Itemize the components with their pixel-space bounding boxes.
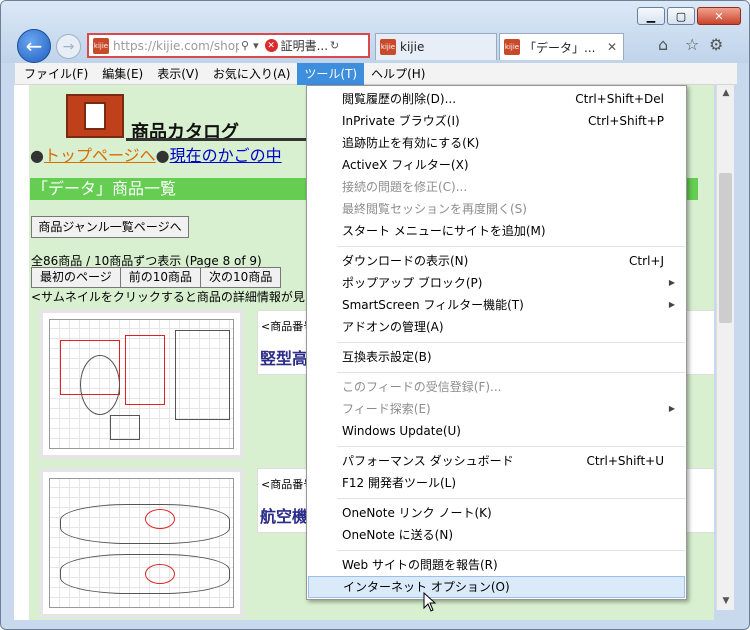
menu-bar: ファイル(F) 編集(E) 表示(V) お気に入り(A) ツール(T) ヘルプ(…: [15, 62, 737, 85]
minimize-button[interactable]: ▁: [637, 7, 665, 25]
tab-label: 「データ」...: [524, 40, 596, 55]
product-thumbnail[interactable]: [39, 468, 244, 618]
catalog-logo-icon: [66, 94, 124, 138]
menu-separator: [337, 246, 685, 247]
scroll-up-icon[interactable]: ▲: [717, 85, 735, 102]
menu-item-send-onenote[interactable]: OneNote に送る(N): [308, 524, 685, 546]
menu-view[interactable]: 表示(V): [150, 63, 206, 85]
menu-item-inprivate[interactable]: InPrivate ブラウズ(I) Ctrl+Shift+P: [308, 110, 685, 132]
scroll-down-icon[interactable]: ▼: [717, 593, 735, 610]
tab-favicon-icon: kijie: [380, 39, 396, 55]
back-arrow-icon: ←: [25, 34, 43, 58]
menu-item-add-to-start[interactable]: スタート メニューにサイトを追加(M): [308, 220, 685, 242]
menu-item-popup-blocker[interactable]: ポップアップ ブロック(P) ▶: [308, 272, 685, 294]
menu-separator: [337, 550, 685, 551]
gear-icon[interactable]: ⚙: [709, 35, 723, 54]
menu-file[interactable]: ファイル(F): [15, 63, 95, 85]
maximize-button[interactable]: ▢: [667, 7, 695, 25]
bullet-icon: ●: [30, 146, 44, 165]
thumbnail-hint: <サムネイルをクリックすると商品の詳細情報が見: [31, 290, 305, 304]
close-window-button[interactable]: ✕: [697, 7, 741, 25]
menu-item-fix-connection: 接続の問題を修正(C)...: [342, 180, 468, 194]
menu-item-onenote-linked[interactable]: OneNote リンク ノート(K): [308, 502, 685, 524]
pagination: 最初のページ 前の10商品 次の10商品: [31, 267, 282, 288]
scroll-thumb[interactable]: [719, 173, 732, 323]
menu-edit[interactable]: 編集(E): [95, 63, 150, 85]
favorites-star-icon[interactable]: ☆: [685, 35, 699, 54]
site-favicon-icon: kijie: [93, 37, 109, 54]
search-icon[interactable]: ⚲: [241, 39, 249, 52]
first-page-button[interactable]: 最初のページ: [31, 267, 121, 288]
product-name[interactable]: 航空機: [260, 503, 308, 527]
menu-separator: [337, 498, 685, 499]
menu-item-view-downloads[interactable]: ダウンロードの表示(N) Ctrl+J: [308, 250, 685, 272]
mouse-cursor-icon: [423, 592, 437, 612]
menu-item-delete-history[interactable]: 閲覧履歴の削除(D)... Ctrl+Shift+Del: [308, 88, 685, 110]
cert-error-icon[interactable]: ✕: [264, 39, 278, 52]
menu-item-internet-options[interactable]: インターネット オプション(O): [308, 576, 685, 598]
tools-menu-dropdown: 閲覧履歴の削除(D)... Ctrl+Shift+Del InPrivate ブラ…: [306, 85, 687, 600]
prev-page-button[interactable]: 前の10商品: [119, 267, 202, 288]
tab-data-catalog[interactable]: kijie 「データ」... ✕: [499, 33, 624, 60]
next-page-button[interactable]: 次の10商品: [200, 267, 282, 288]
menu-item-smartscreen[interactable]: SmartScreen フィルター機能(T) ▶: [308, 294, 685, 316]
menu-separator: [337, 446, 685, 447]
chevron-down-icon[interactable]: ▾: [253, 39, 259, 52]
menu-item-feed-discovery: フィード探索(E) ▶: [308, 398, 685, 420]
home-icon[interactable]: ⌂: [658, 35, 668, 54]
bullet-icon: ●: [155, 146, 170, 165]
forward-arrow-icon: →: [62, 38, 75, 55]
menu-item-activex-filter[interactable]: ActiveX フィルター(X): [308, 154, 685, 176]
menu-item-f12-tools[interactable]: F12 開発者ツール(L): [308, 472, 685, 494]
window-controls: ▁ ▢ ✕: [637, 7, 741, 25]
menu-item-tracking-protection[interactable]: 追跡防止を有効にする(K): [308, 132, 685, 154]
menu-item-manage-addons[interactable]: アドオンの管理(A): [308, 316, 685, 338]
url-text[interactable]: https://kijie.com/shop: [113, 39, 239, 53]
product-name[interactable]: 竪型高: [260, 345, 308, 369]
title-underline: [126, 138, 306, 141]
address-bar[interactable]: kijie https://kijie.com/shop ⚲ ▾ ✕ 証明書..…: [87, 33, 370, 58]
menu-item-subscribe-feed: このフィードの受信登録(F)...: [342, 380, 502, 394]
drawing-image: [49, 319, 234, 449]
cart-link[interactable]: 現在のかごの中: [170, 146, 282, 165]
close-tab-icon[interactable]: ✕: [607, 40, 617, 54]
tab-label: kijie: [400, 40, 425, 54]
menu-separator: [337, 342, 685, 343]
tab-favicon-icon: kijie: [504, 39, 520, 55]
product-thumbnail[interactable]: [39, 309, 244, 459]
menu-favorites[interactable]: お気に入り(A): [206, 63, 298, 85]
menu-item-report-problem[interactable]: Web サイトの問題を報告(R): [308, 554, 685, 576]
cert-error-label[interactable]: 証明書...: [281, 37, 328, 54]
menu-item-performance-dashboard[interactable]: パフォーマンス ダッシュボード Ctrl+Shift+U: [308, 450, 685, 472]
forward-button[interactable]: →: [56, 34, 81, 59]
top-page-link[interactable]: トップページへ: [44, 146, 156, 165]
menu-separator: [337, 372, 685, 373]
submenu-arrow-icon: ▶: [668, 300, 675, 309]
menu-help[interactable]: ヘルプ(H): [364, 63, 432, 85]
menu-item-windows-update[interactable]: Windows Update(U): [308, 420, 685, 442]
submenu-arrow-icon: ▶: [668, 404, 675, 413]
vertical-scrollbar[interactable]: ▲ ▼: [716, 85, 734, 610]
submenu-arrow-icon: ▶: [668, 278, 675, 287]
header-links: ●トップページへ●現在のかごの中: [30, 142, 282, 166]
refresh-icon[interactable]: ↻: [330, 39, 339, 52]
menu-item-reopen-session: 最終閲覧セッションを再度開く(S): [342, 202, 527, 216]
tab-kijie[interactable]: kijie kijie: [375, 33, 497, 60]
genre-list-button[interactable]: 商品ジャンル一覧ページへ: [31, 216, 189, 238]
menu-tools[interactable]: ツール(T): [297, 62, 365, 85]
menu-item-compat-view[interactable]: 互換表示設定(B): [308, 346, 685, 368]
drawing-image: [49, 478, 234, 608]
back-button[interactable]: ←: [17, 29, 51, 63]
